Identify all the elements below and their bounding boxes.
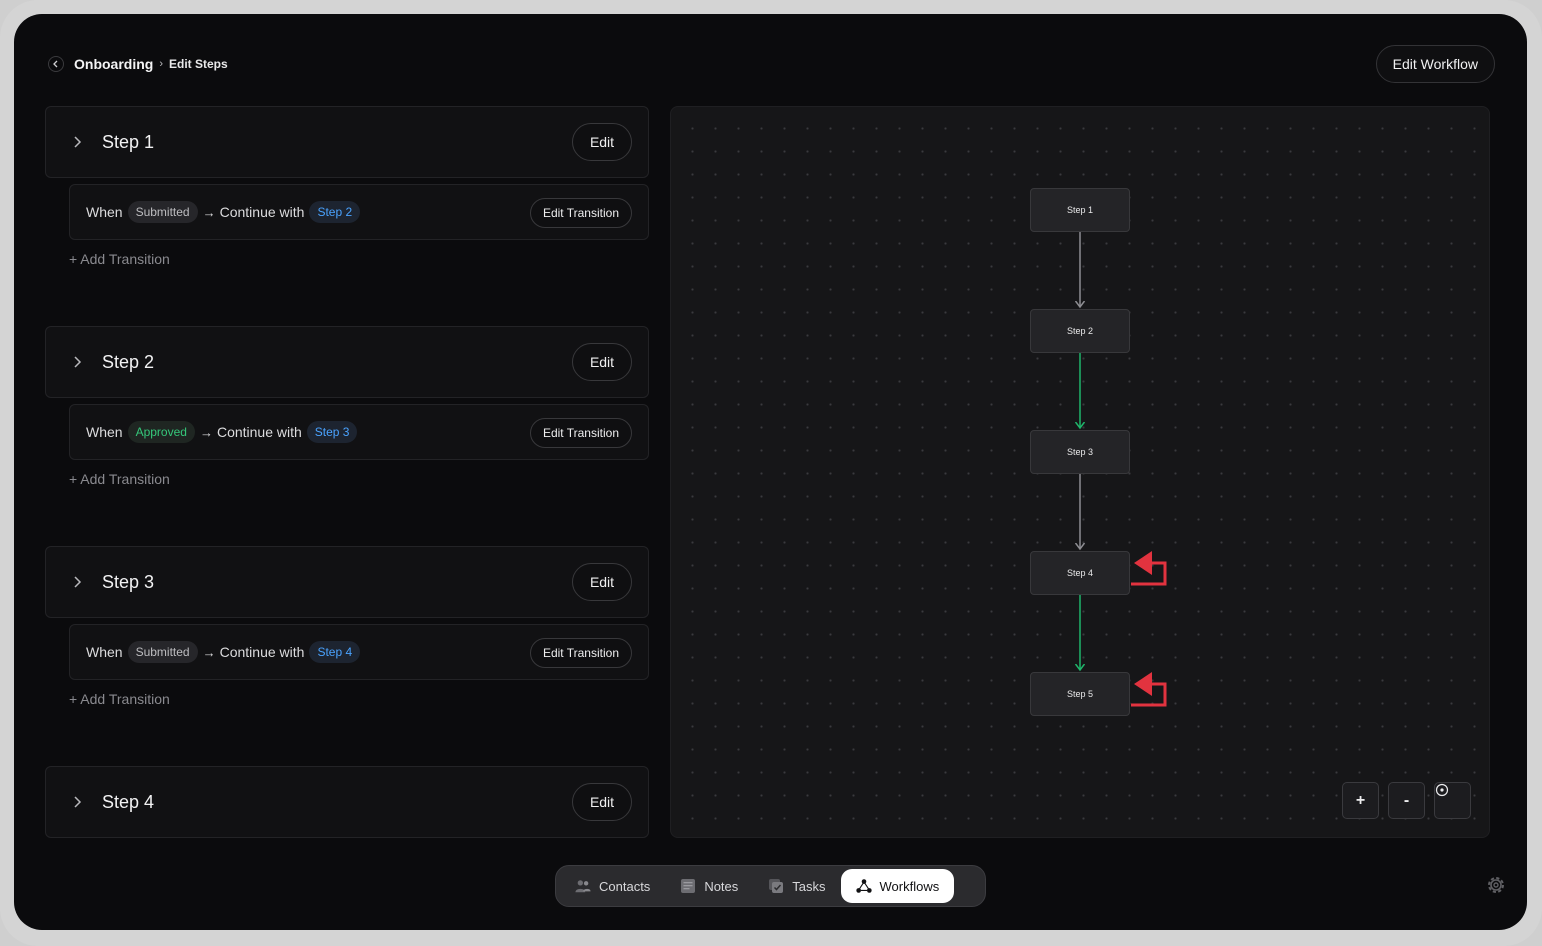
transition-continue: Continue with [219, 204, 305, 220]
step-card[interactable]: Step 1 Edit [45, 106, 649, 178]
device-frame: Onboarding › Edit Steps Edit Workflow St… [0, 0, 1542, 946]
transition-when: When [86, 424, 123, 440]
step-title: Step 1 [102, 131, 155, 152]
chevron-right-icon[interactable] [72, 135, 84, 149]
nav-tasks[interactable]: Tasks [753, 869, 840, 903]
loop-edge-step4 [1131, 551, 1167, 586]
bottom-nav: Contacts Notes Tasks Workflows [555, 865, 986, 907]
transition-continue: Continue with [219, 644, 305, 660]
nav-notes[interactable]: Notes [665, 869, 753, 903]
step-card[interactable]: Step 2 Edit [45, 326, 649, 398]
fit-view-button[interactable] [1434, 782, 1471, 819]
arrow-right-icon: → [199, 424, 213, 440]
edit-transition-button[interactable]: Edit Transition [529, 198, 632, 228]
zoom-out-button[interactable]: - [1388, 782, 1425, 819]
add-transition-link[interactable]: + Add Transition [69, 251, 170, 267]
transition-continue: Continue with [216, 424, 302, 440]
add-transition-link[interactable]: + Add Transition [69, 691, 170, 707]
transition-when: When [86, 644, 123, 660]
workflow-icon [855, 878, 872, 894]
chevron-right-icon[interactable] [72, 575, 84, 589]
transition-row: When Submitted → Continue with Step 2 Ed… [69, 184, 649, 240]
nav-contacts[interactable]: Contacts [560, 869, 665, 903]
breadcrumb-current: Edit Steps [169, 57, 228, 71]
step-title: Step 4 [102, 791, 155, 812]
edit-step-button[interactable]: Edit [572, 563, 632, 601]
nav-workflows[interactable]: Workflows [840, 869, 955, 903]
arrow-right-icon: → [202, 204, 216, 220]
breadcrumb-main[interactable]: Onboarding [74, 56, 153, 72]
trigger-badge: Submitted [127, 641, 198, 663]
gear-icon[interactable] [1485, 874, 1507, 896]
edit-step-button[interactable]: Edit [572, 343, 632, 381]
workflow-node[interactable]: Step 5 [1030, 672, 1130, 716]
step-card[interactable]: Step 3 Edit [45, 546, 649, 618]
edit-step-button[interactable]: Edit [572, 783, 632, 821]
nav-label: Tasks [792, 878, 826, 894]
note-icon [680, 878, 696, 894]
target-step-badge[interactable]: Step 4 [309, 641, 361, 663]
arrow-right-icon: → [202, 644, 216, 660]
workflow-node[interactable]: Step 1 [1030, 188, 1130, 232]
step-title: Step 2 [102, 351, 155, 372]
trigger-badge: Approved [127, 421, 195, 443]
step-title: Step 3 [102, 571, 155, 592]
trigger-badge: Submitted [127, 201, 198, 223]
workflow-node[interactable]: Step 3 [1030, 430, 1130, 474]
workflow-canvas[interactable]: Step 1 Step 2 Step 3 Step 4 Step 5 + - [670, 106, 1490, 838]
edit-transition-button[interactable]: Edit Transition [529, 418, 632, 448]
workflow-node[interactable]: Step 4 [1030, 551, 1130, 595]
target-icon [1435, 783, 1449, 797]
edit-workflow-button[interactable]: Edit Workflow [1375, 45, 1495, 83]
chevron-right-icon[interactable] [72, 795, 84, 809]
edit-transition-button[interactable]: Edit Transition [529, 638, 632, 668]
workflow-node[interactable]: Step 2 [1030, 309, 1130, 353]
edit-step-button[interactable]: Edit [572, 123, 632, 161]
add-transition-link[interactable]: + Add Transition [69, 471, 170, 487]
target-step-badge[interactable]: Step 2 [309, 201, 361, 223]
step-card[interactable]: Step 4 Edit [45, 766, 649, 838]
breadcrumb: Onboarding › Edit Steps [48, 56, 228, 72]
nav-label: Notes [704, 878, 739, 894]
app-screen: Onboarding › Edit Steps Edit Workflow St… [14, 14, 1527, 930]
chevron-left-icon [53, 60, 58, 68]
transition-row: When Submitted → Continue with Step 4 Ed… [69, 624, 649, 680]
zoom-in-button[interactable]: + [1342, 782, 1379, 819]
breadcrumb-separator: › [159, 58, 163, 70]
transition-row: When Approved → Continue with Step 3 Edi… [69, 404, 649, 460]
nav-label: Workflows [879, 878, 940, 894]
back-button[interactable] [48, 56, 64, 72]
nav-label: Contacts [599, 878, 651, 894]
chevron-right-icon[interactable] [72, 355, 84, 369]
tasks-icon [768, 878, 784, 894]
loop-edge-step5 [1131, 672, 1167, 707]
target-step-badge[interactable]: Step 3 [306, 421, 358, 443]
people-icon [575, 878, 591, 894]
transition-when: When [86, 204, 123, 220]
